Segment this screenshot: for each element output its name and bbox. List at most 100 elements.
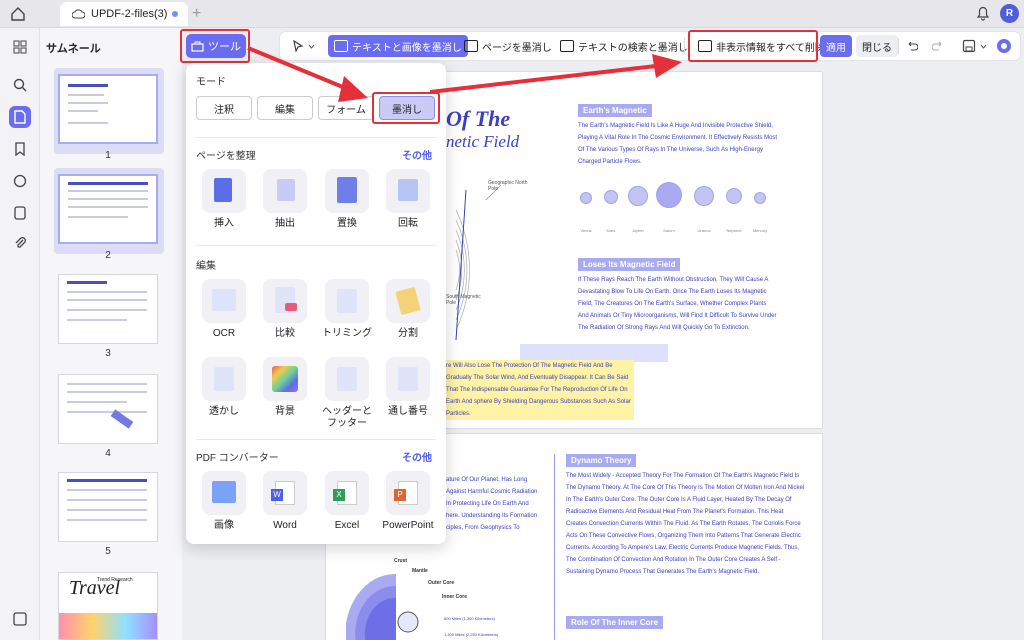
dynamo-body: The Most Widely - Accepted Theory For Th… — [566, 473, 805, 575]
page2-left-text: ature Of Our Planet, Has Long Against Ha… — [446, 477, 538, 531]
thumbnails-icon[interactable] — [9, 106, 31, 128]
avatar[interactable]: R — [1000, 4, 1019, 23]
annotation-box-remove-hidden — [688, 30, 818, 62]
thumbnail-page-1[interactable] — [58, 74, 158, 144]
chevron-down-icon[interactable] — [980, 44, 987, 49]
menu-divider — [196, 137, 436, 138]
rotate-tool[interactable]: 回転 — [383, 169, 433, 230]
redact-page-icon — [464, 40, 478, 52]
planet-mars — [604, 190, 618, 204]
thumbnail-page-4[interactable] — [58, 374, 158, 444]
home-icon[interactable] — [10, 6, 26, 22]
thumbnail-page-6[interactable]: Travel Trend Research — [58, 572, 158, 640]
planet-label: Mars — [606, 228, 616, 233]
distance-label-2: 1,400 Miles (2,250 Kilometers) — [444, 632, 499, 637]
ocr-icon — [202, 279, 246, 323]
bookmark-icon[interactable] — [9, 138, 31, 160]
convert-powerpoint-label: PowerPoint — [382, 520, 434, 531]
background-label: 背景 — [275, 406, 295, 417]
replace-tool[interactable]: 置換 — [322, 169, 372, 230]
convert-image-label: 画像 — [214, 520, 234, 531]
convert-powerpoint-tool[interactable]: P PowerPoint — [378, 471, 438, 532]
thumbnail-page-3[interactable] — [58, 274, 158, 344]
convert-word-tool[interactable]: W Word — [260, 471, 310, 532]
distance-label-1: 800 Miles (1,300 Kilometers) — [444, 616, 495, 621]
menu-divider — [196, 245, 436, 246]
layer-mantle-label: Mantle — [412, 568, 428, 574]
document-tab[interactable]: UPDF-2-files(3) — [60, 2, 188, 26]
convert-excel-tool[interactable]: X Excel — [322, 471, 372, 532]
compare-tool[interactable]: 比較 — [260, 279, 310, 340]
mode-heading: モード — [196, 77, 226, 88]
annotation-arrow-2 — [429, 54, 682, 94]
toolbar-divider — [898, 38, 899, 54]
edit-heading: 編集 — [196, 261, 216, 272]
apply-button[interactable]: 適用 — [820, 35, 852, 57]
new-tab-button[interactable]: + — [192, 5, 201, 23]
convert-image-tool[interactable]: 画像 — [199, 471, 249, 532]
planet-label: Saturn — [663, 228, 675, 233]
tools-menu: モード 注釈 編集 フォーム 墨消し ページを整理 その他 挿入 抽出 置換 回… — [186, 63, 446, 544]
apps-grid-icon[interactable] — [9, 36, 31, 58]
thumbnail-panel-title: サムネール — [46, 43, 101, 55]
ai-assistant-icon[interactable] — [996, 38, 1012, 54]
extract-tool[interactable]: 抽出 — [260, 169, 310, 230]
replace-label: 置換 — [337, 218, 357, 229]
planet-jupiter — [628, 186, 648, 206]
rotate-page-icon — [386, 169, 430, 213]
tab-title: UPDF-2-files(3) — [91, 8, 168, 20]
planet-neptune — [726, 188, 742, 204]
unsaved-dot — [172, 11, 178, 17]
save-icon[interactable] — [962, 39, 976, 53]
organize-more-link[interactable]: その他 — [402, 147, 432, 162]
bates-number-icon — [386, 357, 430, 401]
column-divider — [554, 454, 555, 640]
replace-page-icon — [325, 169, 369, 213]
split-tool[interactable]: 分割 — [383, 279, 433, 340]
bates-number-tool[interactable]: 通し番号 — [383, 357, 433, 418]
thumbnail-number: 2 — [105, 250, 111, 261]
extract-label: 抽出 — [275, 218, 295, 229]
search-redact-label: テキストの検索と墨消し — [578, 42, 688, 54]
comment-icon[interactable] — [9, 170, 31, 192]
insert-tool[interactable]: 挿入 — [199, 169, 249, 230]
crop-tool[interactable]: トリミング — [322, 279, 372, 340]
apply-label: 適用 — [826, 42, 846, 54]
crop-icon — [325, 279, 369, 323]
ocr-tool[interactable]: OCR — [199, 279, 249, 340]
convert-word-label: Word — [273, 520, 297, 531]
loses-field-heading: Loses Its Magnetic Field — [578, 258, 681, 271]
redo-icon[interactable] — [932, 40, 944, 52]
close-button[interactable]: 閉じる — [856, 35, 898, 57]
background-tool[interactable]: 背景 — [260, 357, 310, 418]
search-icon[interactable] — [9, 74, 31, 96]
highlighted-paragraph: re Will Also Lose The Protection Of The … — [446, 360, 634, 420]
thumbnail-number: 4 — [105, 448, 111, 459]
converter-more-link[interactable]: その他 — [402, 449, 432, 464]
geographic-north-label: Geographic North Pole — [488, 180, 528, 192]
paperclip-icon[interactable] — [9, 232, 31, 254]
split-icon — [386, 279, 430, 323]
undo-icon[interactable] — [906, 40, 918, 52]
layers-icon[interactable] — [9, 608, 31, 630]
close-label: 閉じる — [862, 42, 892, 54]
thumbnail-page-2[interactable] — [58, 174, 158, 244]
extract-page-icon — [263, 169, 307, 213]
cloud-icon — [72, 9, 85, 19]
attachment-list-icon[interactable] — [9, 202, 31, 224]
thumbnail-page-5[interactable] — [58, 472, 158, 542]
header-footer-tool[interactable]: ヘッダーと フッター — [322, 357, 372, 430]
insert-label: 挿入 — [214, 218, 234, 229]
powerpoint-icon: P — [386, 471, 430, 515]
insert-page-icon — [202, 169, 246, 213]
page1-title-part1: Of The — [446, 106, 511, 131]
word-icon: W — [263, 471, 307, 515]
earth-layers-diagram — [346, 573, 419, 640]
watermark-tool[interactable]: 透かし — [199, 357, 249, 418]
bates-number-label: 通し番号 — [388, 406, 428, 417]
crop-label: トリミング — [322, 328, 372, 339]
thumbnail-number: 3 — [105, 348, 111, 359]
header-footer-label: ヘッダーと フッター — [322, 406, 372, 429]
bell-icon[interactable] — [976, 5, 990, 21]
layer-inner-core-label: Inner Core — [442, 594, 468, 600]
